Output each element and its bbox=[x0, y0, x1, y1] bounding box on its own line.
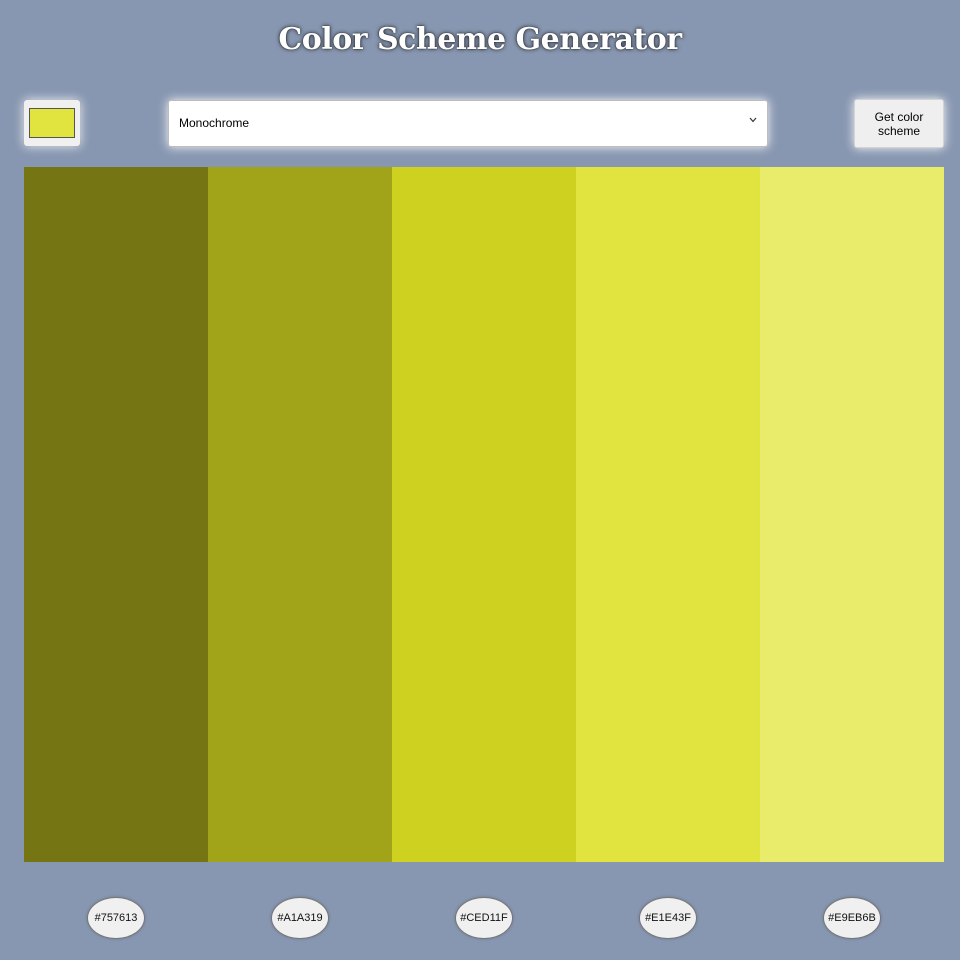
get-color-scheme-button[interactable]: Get color scheme bbox=[854, 99, 944, 148]
hex-code-label[interactable]: #CED11F bbox=[455, 897, 513, 939]
color-swatch bbox=[576, 167, 760, 862]
color-swatch bbox=[760, 167, 944, 862]
chevron-down-icon bbox=[748, 113, 758, 127]
hex-cell: #E9EB6B bbox=[760, 895, 944, 941]
color-swatch bbox=[392, 167, 576, 862]
seed-color-picker[interactable] bbox=[24, 100, 80, 146]
color-palette bbox=[24, 167, 944, 862]
color-swatch bbox=[24, 167, 208, 862]
color-swatch bbox=[208, 167, 392, 862]
hex-code-label[interactable]: #A1A319 bbox=[271, 897, 329, 939]
scheme-mode-select[interactable]: Monochrome bbox=[168, 100, 768, 147]
hex-code-label[interactable]: #E9EB6B bbox=[823, 897, 881, 939]
hex-codes-row: #757613 #A1A319 #CED11F #E1E43F #E9EB6B bbox=[24, 895, 944, 941]
controls-bar: Monochrome Get color scheme bbox=[0, 0, 960, 160]
hex-cell: #757613 bbox=[24, 895, 208, 941]
hex-code-label[interactable]: #757613 bbox=[87, 897, 145, 939]
hex-code-label[interactable]: #E1E43F bbox=[639, 897, 697, 939]
hex-cell: #CED11F bbox=[392, 895, 576, 941]
app: Color Scheme Generator Monochrome Get co… bbox=[0, 0, 960, 960]
hex-cell: #A1A319 bbox=[208, 895, 392, 941]
scheme-mode-value: Monochrome bbox=[179, 116, 250, 130]
seed-color-swatch bbox=[29, 108, 75, 138]
hex-cell: #E1E43F bbox=[576, 895, 760, 941]
